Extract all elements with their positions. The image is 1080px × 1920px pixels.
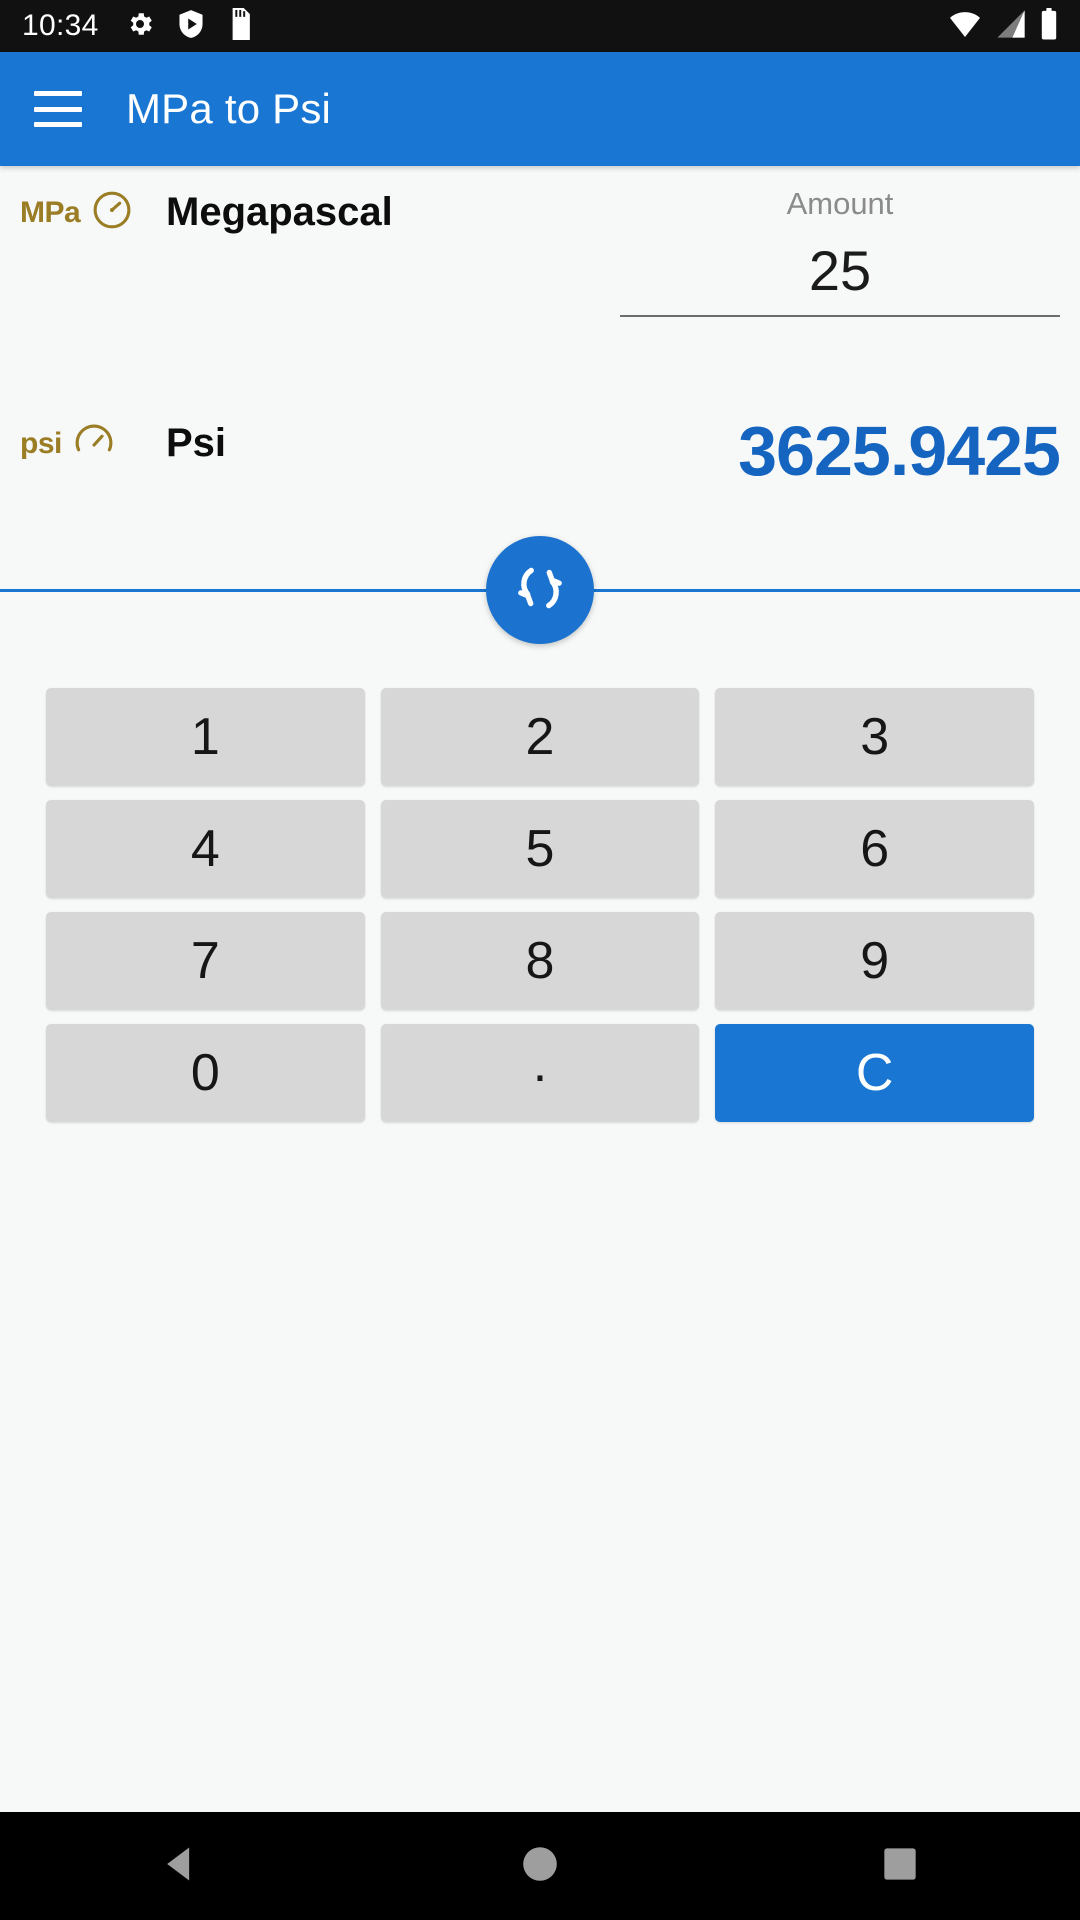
status-bar-notification-icons <box>125 7 253 45</box>
nav-back-button[interactable] <box>120 1812 240 1920</box>
key-0[interactable]: 0 <box>46 1024 365 1123</box>
to-unit-identity[interactable]: psi Psi <box>20 413 226 468</box>
from-unit-symbol: MPa <box>20 195 81 229</box>
pressure-gauge-icon <box>72 419 116 468</box>
key-1[interactable]: 1 <box>46 688 365 787</box>
converter-panel: MPa Megapascal Amount 25 psi Psi 3625.94… <box>0 166 1080 1542</box>
amount-label: Amount <box>786 186 894 221</box>
key-8[interactable]: 8 <box>380 912 700 1011</box>
from-unit-badge: MPa <box>20 188 148 237</box>
status-bar-clock: 10:34 <box>22 9 99 42</box>
key-4[interactable]: 4 <box>46 800 365 899</box>
from-unit-identity[interactable]: MPa Megapascal <box>20 188 393 237</box>
android-navigation-bar <box>0 1812 1080 1920</box>
numeric-keypad: 1 2 3 4 5 6 7 8 9 0 . C <box>0 688 1080 1123</box>
from-amount-group: Amount 25 <box>620 186 1060 318</box>
conversion-result: 3625.9425 <box>738 412 1061 491</box>
key-7[interactable]: 7 <box>46 912 365 1011</box>
to-unit-name: Psi <box>166 421 227 466</box>
swap-units-button[interactable] <box>486 536 594 645</box>
from-unit-name: Megapascal <box>166 190 393 234</box>
hamburger-menu-icon[interactable] <box>34 91 82 127</box>
home-icon <box>519 1843 561 1890</box>
sd-card-icon <box>227 7 253 45</box>
key-2[interactable]: 2 <box>380 688 700 787</box>
key-3[interactable]: 3 <box>715 688 1034 787</box>
cellular-signal-icon <box>996 9 1026 44</box>
key-clear[interactable]: C <box>715 1024 1034 1123</box>
swap-arrows-icon <box>509 557 571 624</box>
key-6[interactable]: 6 <box>715 800 1034 899</box>
wifi-icon <box>948 9 982 44</box>
battery-icon <box>1040 7 1058 45</box>
pressure-gauge-icon <box>90 188 134 237</box>
key-9[interactable]: 9 <box>715 912 1034 1011</box>
from-unit-row: MPa Megapascal Amount 25 <box>0 186 1080 318</box>
recents-icon <box>880 1844 920 1889</box>
key-decimal[interactable]: . <box>380 1024 700 1123</box>
gear-icon <box>125 9 155 44</box>
status-bar-system-icons <box>948 7 1058 45</box>
swap-divider-area <box>0 510 1080 670</box>
nav-home-button[interactable] <box>480 1812 600 1920</box>
bottom-spacer <box>0 1122 1080 1542</box>
shield-play-icon <box>177 9 205 44</box>
back-icon <box>158 1842 202 1891</box>
page-title: MPa to Psi <box>126 85 332 132</box>
to-unit-symbol: psi <box>20 426 62 460</box>
to-unit-badge: psi <box>20 419 148 468</box>
app-bar: MPa to Psi <box>0 52 1080 166</box>
amount-input[interactable]: 25 <box>620 239 1060 318</box>
status-bar: 10:34 <box>0 0 1080 52</box>
to-unit-row: psi Psi 3625.9425 <box>0 413 1080 490</box>
nav-recents-button[interactable] <box>840 1812 960 1920</box>
to-result-group: 3625.9425 <box>620 412 1061 491</box>
key-5[interactable]: 5 <box>380 800 700 899</box>
